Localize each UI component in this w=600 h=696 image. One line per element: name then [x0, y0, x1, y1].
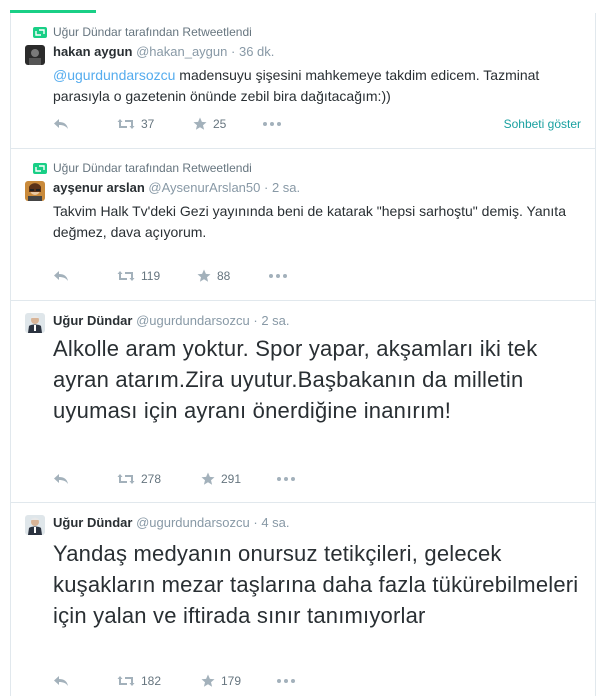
tweet-text: Takvim Halk Tv'deki Gezi yayınında beni …	[53, 203, 566, 240]
avatar[interactable]	[25, 181, 45, 201]
more-button[interactable]	[263, 122, 281, 126]
reply-button[interactable]	[53, 270, 95, 282]
timestamp[interactable]: 4 sa.	[261, 515, 289, 530]
retweet-button[interactable]: 278	[117, 472, 201, 486]
retweet-context: Uğur Dündar tarafından Retweetlendi	[33, 25, 252, 39]
retweet-count[interactable]: 37	[141, 117, 154, 131]
more-button[interactable]	[277, 477, 295, 481]
retweet-count[interactable]: 182	[141, 674, 161, 688]
retweet-icon	[33, 162, 47, 174]
favorite-count[interactable]: 179	[221, 674, 241, 688]
tweet[interactable]: Uğur Dündar tarafından Retweetlendi ayşe…	[11, 149, 595, 301]
fullname[interactable]: ayşenur arslan	[53, 180, 145, 195]
tweet[interactable]: Uğur Dündar @ugurdundarsozcu · 2 sa. Alk…	[11, 301, 595, 503]
reply-icon	[54, 676, 68, 686]
retweet-count[interactable]: 278	[141, 472, 161, 486]
reply-button[interactable]	[53, 118, 95, 130]
tweet-header: hakan aygun @hakan_aygun · 36 dk.	[53, 44, 274, 59]
retweet-icon	[33, 26, 47, 38]
retweet-button[interactable]: 37	[117, 117, 193, 131]
fullname[interactable]: hakan aygun	[53, 44, 132, 59]
mention-link[interactable]: @ugurdundarsozcu	[53, 67, 175, 83]
favorite-button[interactable]: 291	[201, 472, 277, 486]
retweet-button[interactable]: 119	[117, 269, 197, 283]
more-icon	[269, 274, 287, 278]
username[interactable]: @ugurdundarsozcu	[136, 515, 250, 530]
avatar[interactable]	[25, 45, 45, 65]
reply-button[interactable]	[53, 473, 95, 485]
reply-button[interactable]	[53, 675, 95, 687]
more-icon	[277, 679, 295, 683]
username[interactable]: @ugurdundarsozcu	[136, 313, 250, 328]
favorite-count[interactable]: 25	[213, 117, 226, 131]
retweet-icon	[117, 271, 135, 281]
retweet-count[interactable]: 119	[141, 269, 160, 283]
favorite-button[interactable]: 88	[197, 269, 269, 283]
time-separator: ·	[231, 44, 236, 59]
retweet-icon	[117, 119, 135, 129]
show-conversation-link[interactable]: Sohbeti göster	[504, 117, 581, 131]
more-icon	[263, 122, 281, 126]
tweet-actions: 37 25	[53, 117, 281, 131]
tweet-text: Yandaş medyanın onursuz tetikçileri, gel…	[53, 541, 579, 628]
tweet-header: Uğur Dündar @ugurdundarsozcu · 4 sa.	[53, 515, 290, 530]
username[interactable]: @AysenurArslan50	[148, 180, 260, 195]
timestamp[interactable]: 2 sa.	[261, 313, 289, 328]
tweet-actions: 119 88	[53, 269, 287, 283]
tweet-actions: 278 291	[53, 472, 295, 486]
star-icon	[201, 472, 215, 485]
favorite-count[interactable]: 88	[217, 269, 230, 283]
tweet-actions: 182 179	[53, 674, 295, 688]
time-separator: ·	[264, 180, 269, 195]
tweet-header: ayşenur arslan @AysenurArslan50 · 2 sa.	[53, 180, 300, 195]
fullname[interactable]: Uğur Dündar	[53, 515, 132, 530]
tweet[interactable]: Uğur Dündar tarafından Retweetlendi haka…	[11, 13, 595, 149]
favorite-button[interactable]: 179	[201, 674, 277, 688]
retweet-icon	[117, 676, 135, 686]
time-separator: ·	[253, 515, 258, 530]
timestamp[interactable]: 2 sa.	[272, 180, 300, 195]
favorite-count[interactable]: 291	[221, 472, 241, 486]
avatar[interactable]	[25, 313, 45, 333]
retweeted-by-label[interactable]: Uğur Dündar tarafından Retweetlendi	[53, 25, 252, 39]
tweet-text: Alkolle aram yoktur. Spor yapar, akşamla…	[53, 336, 538, 423]
timeline: Uğur Dündar tarafından Retweetlendi haka…	[10, 13, 596, 696]
tweet-text: @ugurdundarsozcu madensuyu şişesini mahk…	[53, 65, 573, 107]
reply-icon	[54, 119, 68, 129]
timestamp[interactable]: 36 dk.	[239, 44, 274, 59]
star-icon	[193, 117, 207, 130]
retweet-icon	[117, 474, 135, 484]
reply-icon	[54, 271, 68, 281]
favorite-button[interactable]: 25	[193, 117, 263, 131]
more-button[interactable]	[269, 274, 287, 278]
star-icon	[197, 269, 211, 282]
tweet[interactable]: Uğur Dündar @ugurdundarsozcu · 4 sa. Yan…	[11, 503, 595, 696]
avatar[interactable]	[25, 515, 45, 535]
star-icon	[201, 674, 215, 687]
time-separator: ·	[253, 313, 258, 328]
tweet-header: Uğur Dündar @ugurdundarsozcu · 2 sa.	[53, 313, 290, 328]
fullname[interactable]: Uğur Dündar	[53, 313, 132, 328]
retweeted-by-label[interactable]: Uğur Dündar tarafından Retweetlendi	[53, 161, 252, 175]
retweet-button[interactable]: 182	[117, 674, 201, 688]
retweet-context: Uğur Dündar tarafından Retweetlendi	[33, 161, 252, 175]
username[interactable]: @hakan_aygun	[136, 44, 227, 59]
more-button[interactable]	[277, 679, 295, 683]
more-icon	[277, 477, 295, 481]
reply-icon	[54, 474, 68, 484]
